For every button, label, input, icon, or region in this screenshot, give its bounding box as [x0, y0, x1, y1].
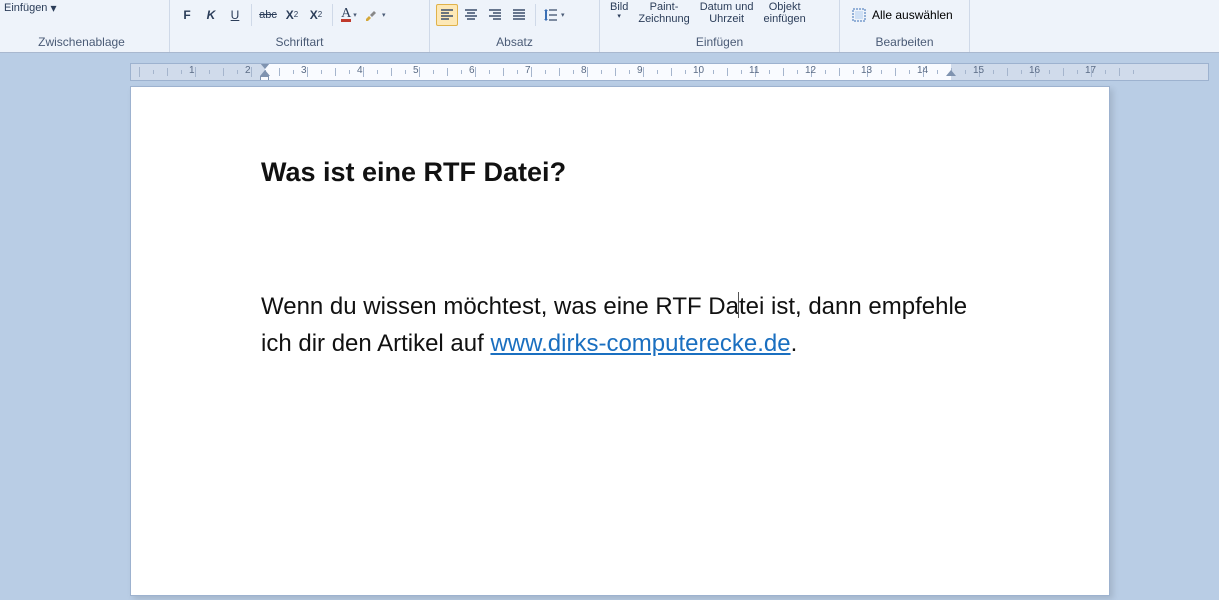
group-label-edit: Bearbeiten — [846, 35, 963, 52]
chevron-down-icon[interactable]: ▾ — [353, 11, 357, 19]
ruler-mark: 1 — [130, 64, 139, 80]
group-label-paragraph: Absatz — [436, 35, 593, 52]
align-center-button[interactable] — [460, 4, 482, 26]
font-color-button[interactable]: A ▾ — [338, 4, 360, 26]
superscript-label: X — [310, 8, 318, 22]
paste-button-trunc[interactable]: Einfügen — [4, 2, 47, 14]
ruler-mark: 5 — [419, 64, 475, 80]
chevron-down-icon[interactable]: ▾ — [382, 11, 386, 19]
body-text-tail: . — [791, 330, 798, 357]
ruler-mark — [139, 64, 195, 80]
insert-date-label1: Datum und — [700, 1, 754, 13]
ruler-mark: 1 — [195, 64, 251, 80]
chevron-down-icon[interactable]: ▾ — [50, 1, 56, 15]
subscript-button[interactable]: X2 — [281, 4, 303, 26]
first-line-indent-marker[interactable] — [260, 63, 270, 69]
body-text-before: Wenn du wissen möchtest, was eine RTF Da — [261, 293, 739, 320]
ruler-mark: 10 — [699, 64, 755, 80]
insert-datetime-button[interactable]: Datum und Uhrzeit — [696, 1, 758, 25]
ruler-mark: 15 — [979, 64, 1035, 80]
group-label-insert: Einfügen — [606, 35, 833, 52]
chevron-down-icon: ▾ — [617, 13, 621, 21]
superscript-button[interactable]: X2 — [305, 4, 327, 26]
align-justify-button[interactable] — [508, 4, 530, 26]
subscript-label: X — [286, 8, 294, 22]
align-right-button[interactable] — [484, 4, 506, 26]
ruler-mark: 13 — [867, 64, 923, 80]
group-edit: Alle auswählen Bearbeiten — [840, 0, 970, 52]
highlight-button[interactable]: ▾ — [362, 4, 388, 26]
group-label-font: Schriftart — [176, 35, 423, 52]
group-paragraph: ▾ Absatz — [430, 0, 600, 52]
insert-paint-label2: Zeichnung — [638, 13, 689, 25]
font-color-label: A — [341, 8, 351, 22]
group-clipboard: Einfügen ▾ Zwischenablage — [0, 0, 170, 52]
select-all-icon — [851, 7, 867, 23]
align-left-button[interactable] — [436, 4, 458, 26]
group-insert: Bild ▾ Paint- Zeichnung Datum und Uhrzei… — [600, 0, 840, 52]
workspace: 3211234567891011121314151617 Was ist ein… — [0, 53, 1219, 600]
ruler-mark: 3 — [307, 64, 363, 80]
insert-date-label2: Uhrzeit — [709, 13, 744, 25]
ruler-mark: 11 — [755, 64, 811, 80]
select-all-label: Alle auswählen — [872, 8, 953, 22]
document-link[interactable]: www.dirks-computerecke.de — [490, 330, 790, 357]
insert-image-button[interactable]: Bild ▾ — [606, 1, 632, 21]
ruler-mark: 6 — [475, 64, 531, 80]
insert-paint-label1: Paint- — [650, 1, 679, 13]
insert-object-label1: Objekt — [769, 1, 801, 13]
ruler-mark: 9 — [643, 64, 699, 80]
document-page[interactable]: Was ist eine RTF Datei? Wenn du wissen m… — [130, 86, 1110, 596]
document-body[interactable]: Wenn du wissen möchtest, was eine RTF Da… — [261, 288, 979, 362]
ribbon: Einfügen ▾ Zwischenablage F K U abc X2 X… — [0, 0, 1219, 53]
document-heading[interactable]: Was ist eine RTF Datei? — [261, 157, 979, 188]
ruler-mark: 12 — [811, 64, 867, 80]
right-indent-marker[interactable] — [946, 70, 956, 76]
insert-paint-button[interactable]: Paint- Zeichnung — [634, 1, 693, 25]
line-spacing-button[interactable]: ▾ — [541, 4, 567, 26]
ruler-mark: 16 — [1035, 64, 1091, 80]
group-label-clipboard: Zwischenablage — [0, 35, 163, 52]
insert-object-label2: einfügen — [764, 13, 806, 25]
ruler-mark: 7 — [531, 64, 587, 80]
italic-button[interactable]: K — [200, 4, 222, 26]
horizontal-ruler[interactable]: 3211234567891011121314151617 — [130, 63, 1209, 81]
bold-button[interactable]: F — [176, 4, 198, 26]
left-indent-marker[interactable] — [260, 76, 269, 81]
ruler-mark: 4 — [363, 64, 419, 80]
ruler-mark: 8 — [587, 64, 643, 80]
chevron-down-icon[interactable]: ▾ — [561, 11, 565, 19]
insert-image-label: Bild — [610, 1, 628, 13]
underline-button[interactable]: U — [224, 4, 246, 26]
strike-button[interactable]: abc — [257, 4, 279, 26]
select-all-button[interactable]: Alle auswählen — [846, 5, 958, 25]
group-font: F K U abc X2 X2 A ▾ ▾ Schriftart — [170, 0, 430, 52]
insert-object-button[interactable]: Objekt einfügen — [760, 1, 810, 25]
ruler-mark: 17 — [1091, 64, 1147, 80]
